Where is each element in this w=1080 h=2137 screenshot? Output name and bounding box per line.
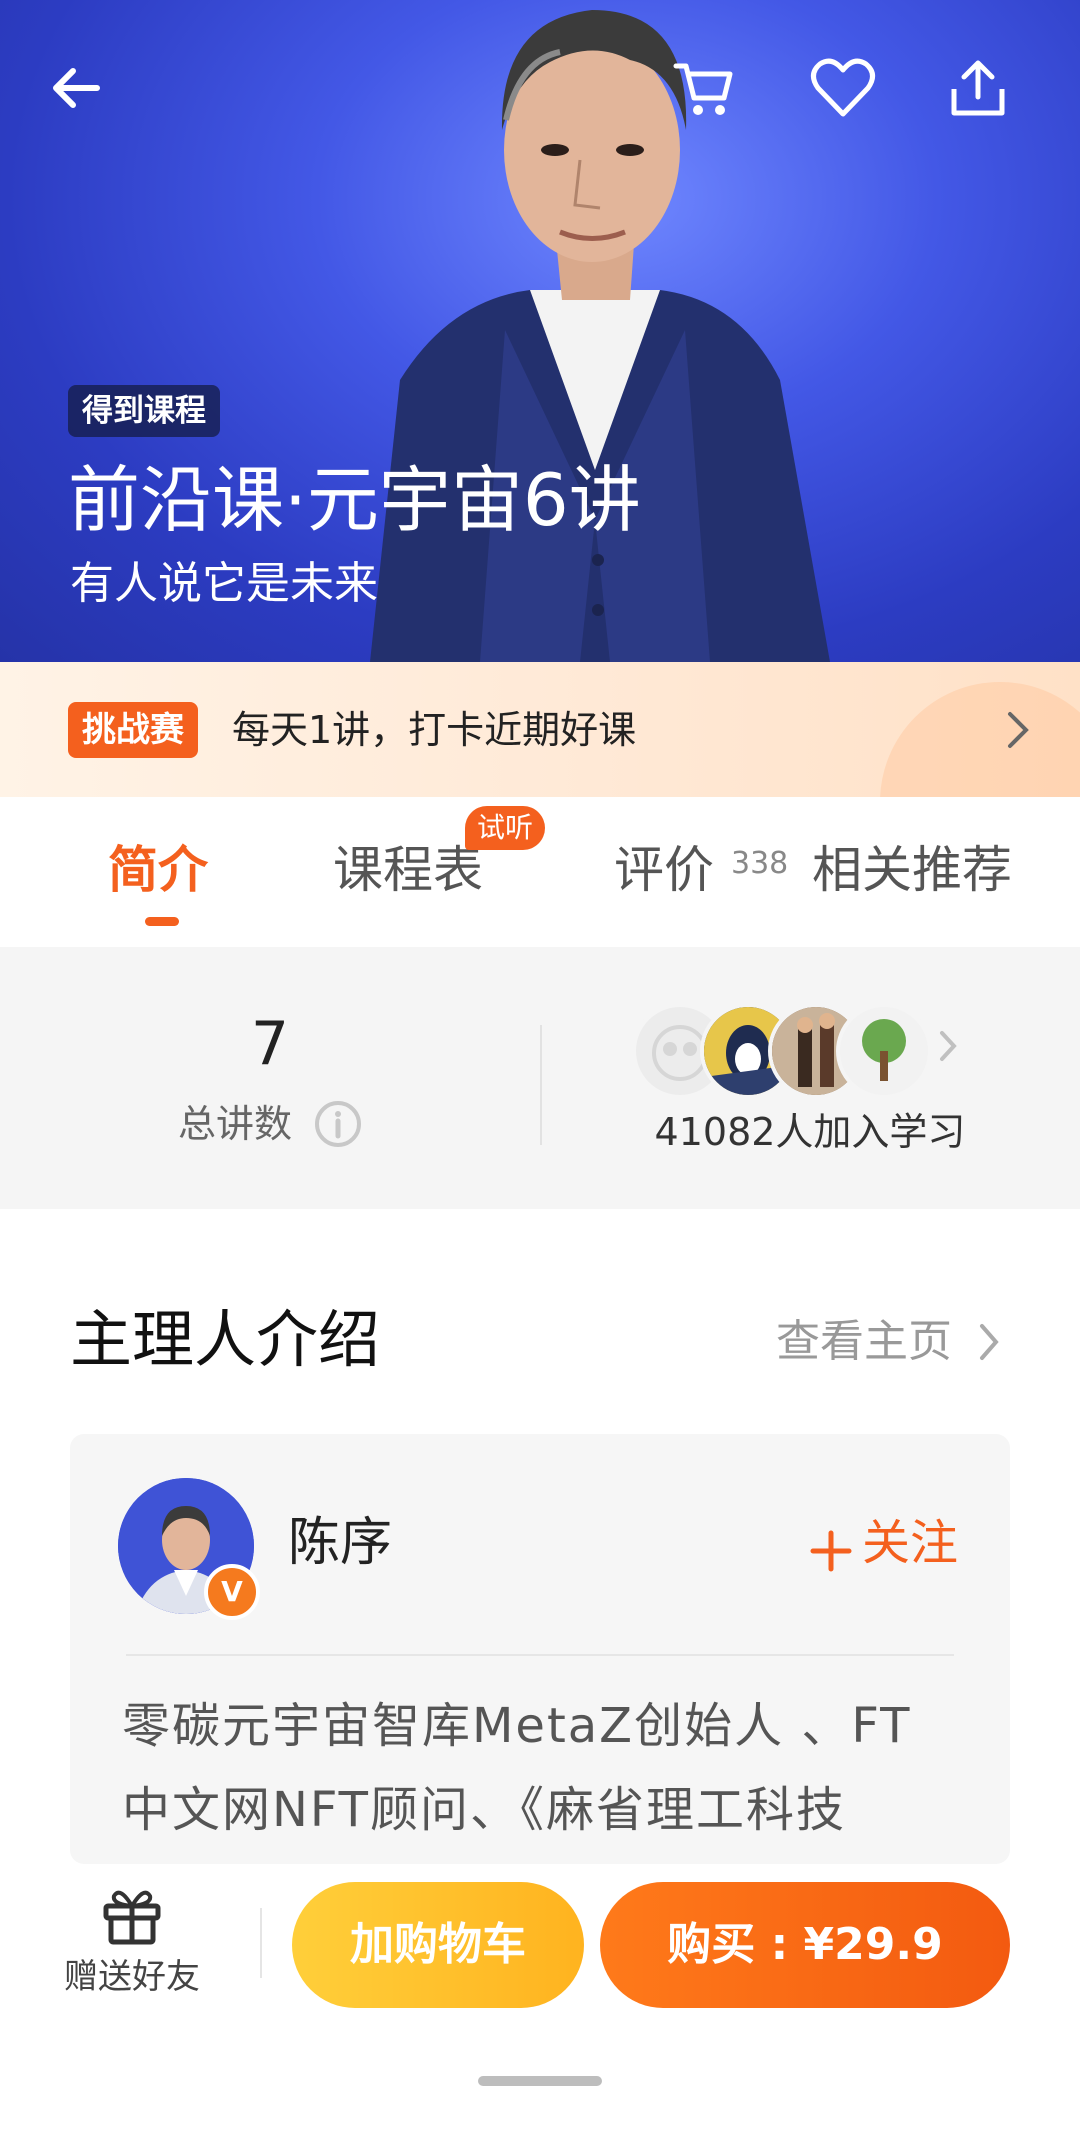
heart-icon[interactable] <box>807 52 879 124</box>
challenge-text: 每天1讲，打卡近期好课 <box>232 708 637 752</box>
tab-reviews[interactable]: 评价 <box>614 835 714 905</box>
chevron-right-icon[interactable] <box>978 1322 1000 1362</box>
lectures-label: 总讲数 <box>178 1102 293 1146</box>
info-icon[interactable] <box>313 1099 363 1149</box>
description-line: 零碳元宇宙智库MetaZ创始人 、FT <box>122 1698 912 1754</box>
lectures-count: 7 <box>250 1009 290 1079</box>
challenge-badge: 挑战赛 <box>68 702 198 758</box>
course-subtitle: 有人说它是未来 <box>70 558 378 609</box>
instructor-portrait-image <box>370 10 830 662</box>
instructor-name[interactable]: 陈序 <box>288 1508 392 1578</box>
gift-button[interactable]: 赠送好友 <box>62 1882 202 2000</box>
follow-button[interactable]: 关注 <box>810 1508 958 1578</box>
challenge-banner[interactable]: 挑战赛 每天1讲，打卡近期好课 <box>0 662 1080 797</box>
learners-count: 41082人加入学习 <box>654 1110 966 1154</box>
description-line: 中文网NFT顾问、《麻省理工科技 <box>122 1782 846 1838</box>
plus-icon <box>810 1521 852 1572</box>
tab-intro[interactable]: 简介 <box>108 835 208 905</box>
instructor-description: 零碳元宇宙智库MetaZ创始人 、FT 中文网NFT顾问、《麻省理工科技 <box>122 1684 982 1852</box>
course-title: 前沿课·元宇宙6讲 <box>68 458 641 542</box>
tab-schedule[interactable]: 课程表 <box>333 835 483 905</box>
follow-label: 关注 <box>862 1515 959 1571</box>
course-hero-banner: 得到课程 前沿课·元宇宙6讲 有人说它是未来 <box>0 0 1080 662</box>
add-to-cart-button[interactable]: 加购物车 <box>292 1882 584 2008</box>
chevron-right-icon <box>940 1031 957 1061</box>
home-indicator[interactable] <box>478 2076 602 2086</box>
reviews-count: 338 <box>731 846 789 881</box>
bar-divider <box>260 1908 262 1978</box>
gift-label: 赠送好友 <box>64 1957 200 1997</box>
gift-icon <box>103 1890 161 1945</box>
learner-avatars[interactable] <box>632 1003 952 1099</box>
verified-badge: V <box>204 1564 260 1620</box>
banner-decoration <box>880 682 1080 797</box>
section-title-instructor: 主理人介绍 <box>70 1303 381 1376</box>
share-icon[interactable] <box>942 52 1014 124</box>
course-stats: 7 总讲数 41082人加入学习 <box>0 947 1080 1209</box>
cart-icon[interactable] <box>668 52 740 124</box>
active-tab-indicator <box>145 917 179 926</box>
card-divider <box>126 1654 954 1656</box>
tab-recommend[interactable]: 相关推荐 <box>812 835 1012 905</box>
bottom-action-bar: 赠送好友 加购物车 购买 : ¥29.9 <box>0 1864 1080 2137</box>
buy-button[interactable]: 购买 : ¥29.9 <box>600 1882 1010 2008</box>
back-arrow-icon[interactable] <box>40 52 112 124</box>
instructor-card: V 陈序 关注 零碳元宇宙智库MetaZ创始人 、FT 中文网NFT顾问、《麻省… <box>70 1434 1010 1864</box>
learner-avatar-tree-icon <box>836 1003 932 1099</box>
trial-badge: 试听 <box>465 806 546 850</box>
chevron-right-icon <box>1008 712 1029 748</box>
course-type-tag: 得到课程 <box>68 385 220 437</box>
view-homepage-link[interactable]: 查看主页 <box>776 1312 952 1372</box>
